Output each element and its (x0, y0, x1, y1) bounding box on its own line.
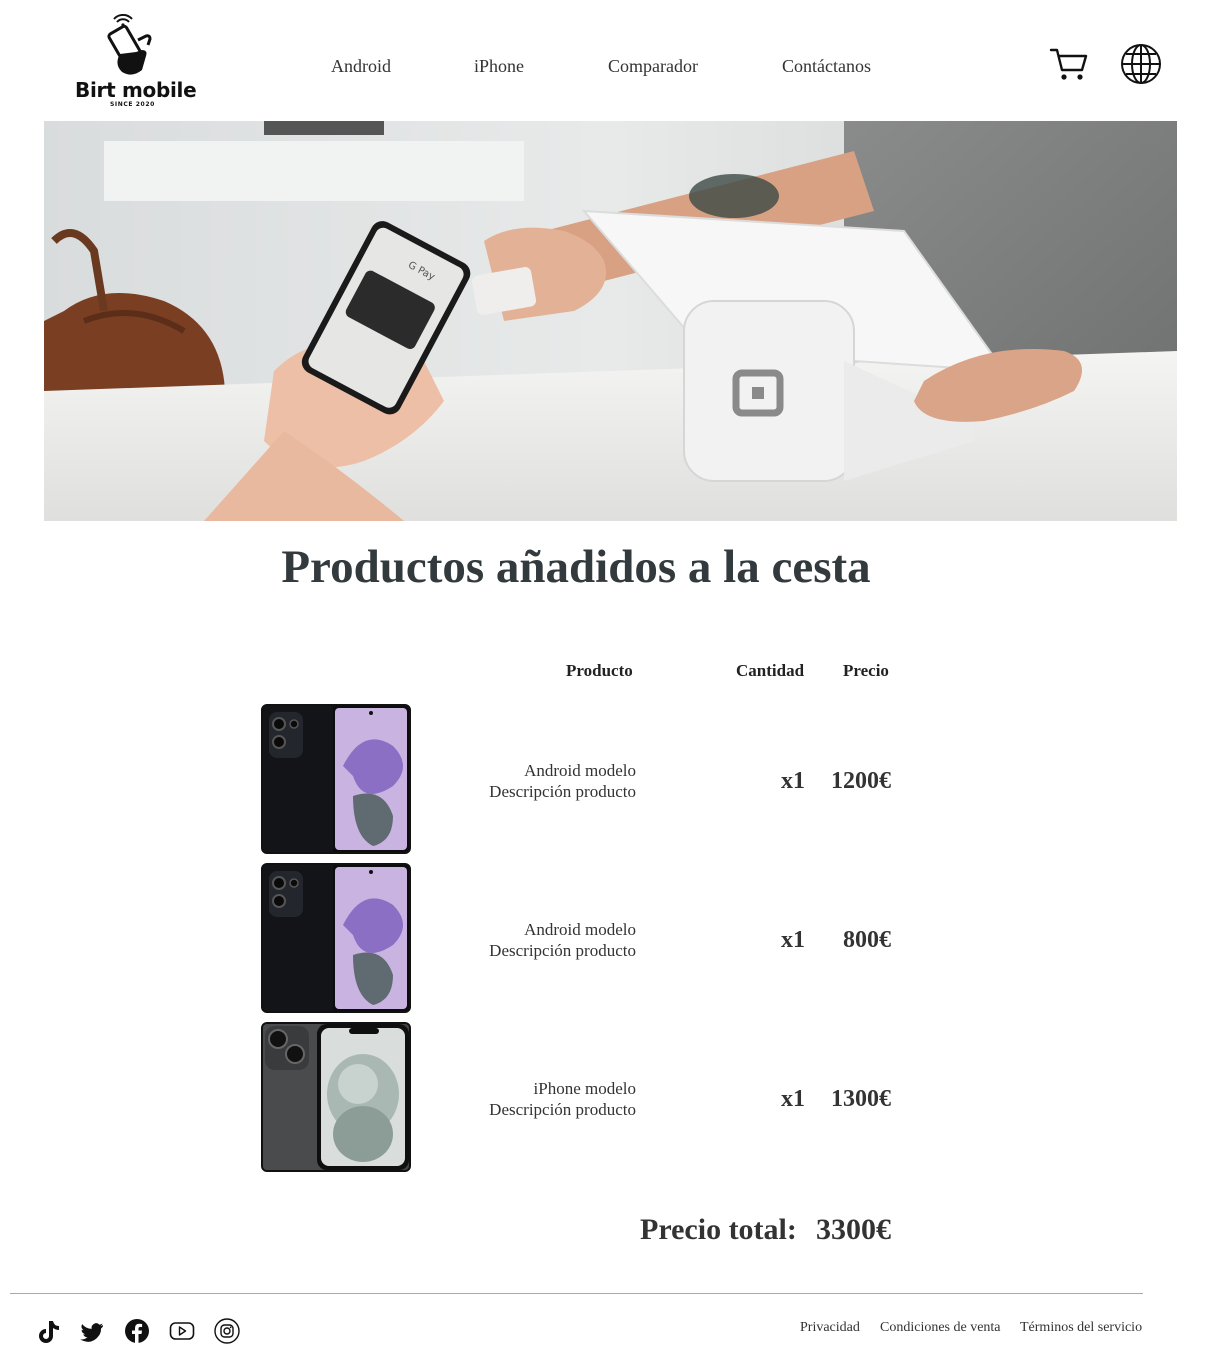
product-quantity: x1 (781, 768, 805, 794)
product-price: 1200€ (831, 768, 891, 794)
column-header-product: Producto (566, 661, 633, 680)
nav-contactanos[interactable]: Contáctanos (782, 56, 871, 77)
product-quantity: x1 (781, 1086, 805, 1112)
nav-comparador[interactable]: Comparador (608, 56, 698, 77)
product-price: 800€ (843, 927, 891, 953)
product-name: iPhone modelo (533, 1079, 636, 1098)
total-value: 3300€ (816, 1213, 891, 1246)
product-price: 1300€ (831, 1086, 891, 1112)
table-row: Android modelo Descripción producto x1 8… (0, 863, 1209, 1013)
brand-logo[interactable]: Birt mobile SINCE 2020 (68, 14, 198, 112)
instagram-icon[interactable] (214, 1318, 240, 1344)
product-description: Descripción producto (489, 782, 636, 801)
table-row: iPhone modelo Descripción producto x1 13… (0, 1022, 1209, 1172)
product-quantity: x1 (781, 927, 805, 953)
globe-icon[interactable] (1120, 43, 1162, 85)
phone-hand-logo-icon (107, 14, 152, 75)
brand-tagline: SINCE 2020 (110, 101, 155, 108)
youtube-icon[interactable] (169, 1318, 195, 1344)
page-title: Productos añadidos a la cesta (281, 541, 871, 593)
product-description: Descripción producto (489, 1100, 636, 1119)
site-header: Birt mobile SINCE 2020 Android iPhone Co… (0, 0, 1209, 121)
brand-name: Birt mobile (75, 78, 197, 102)
hero-image: G Pay (44, 121, 1177, 521)
column-header-price: Precio (843, 661, 889, 680)
nav-iphone[interactable]: iPhone (474, 56, 524, 77)
footer-link-terminos[interactable]: Términos del servicio (1020, 1320, 1142, 1336)
product-name: Android modelo (524, 920, 636, 939)
footer-link-privacidad[interactable]: Privacidad (800, 1320, 860, 1336)
column-header-quantity: Cantidad (736, 661, 805, 680)
product-image-android[interactable] (261, 704, 411, 854)
total-label: Precio total: (640, 1213, 797, 1246)
table-row: Android modelo Descripción producto x1 1… (0, 704, 1209, 854)
tiktok-icon[interactable] (35, 1318, 61, 1344)
footer-link-condiciones[interactable]: Condiciones de venta (880, 1320, 1001, 1336)
facebook-icon[interactable] (124, 1318, 150, 1344)
cart-icon[interactable] (1049, 46, 1089, 82)
product-description: Descripción producto (489, 941, 636, 960)
product-image-iphone[interactable] (261, 1022, 411, 1172)
nav-android[interactable]: Android (331, 56, 391, 77)
product-name: Android modelo (524, 761, 636, 780)
product-image-android[interactable] (261, 863, 411, 1013)
footer-divider (10, 1293, 1143, 1294)
twitter-icon[interactable] (80, 1318, 106, 1344)
